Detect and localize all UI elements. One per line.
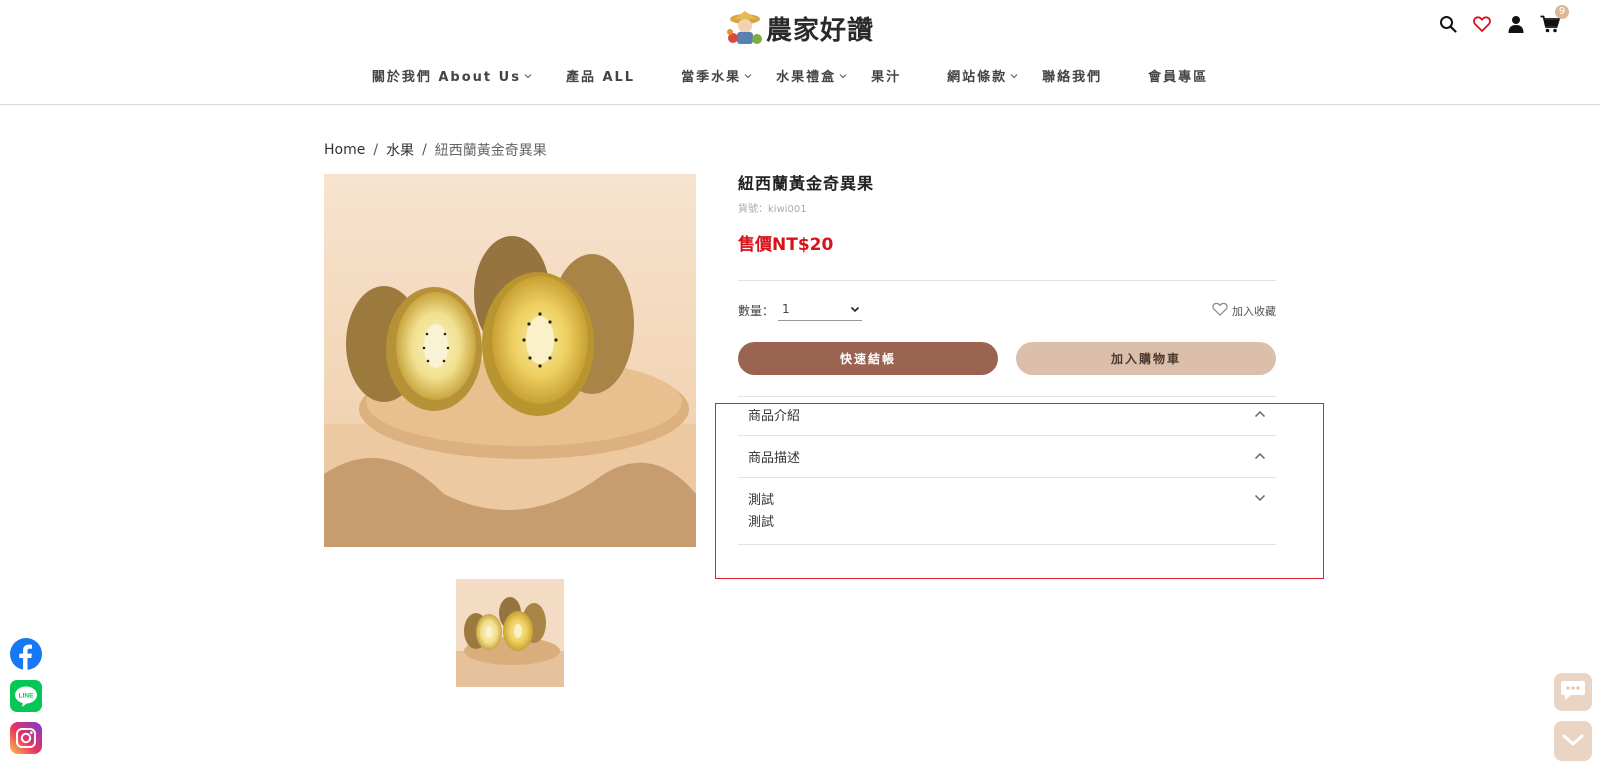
- nav-label: 會員專區: [1148, 70, 1209, 85]
- chevron-down-icon: [1254, 491, 1266, 506]
- chevron-down-icon: [1562, 732, 1584, 751]
- farmer-logo-icon: [726, 10, 764, 46]
- accordion-header[interactable]: 商品介紹: [738, 394, 1276, 435]
- scroll-down-button[interactable]: [1554, 721, 1592, 761]
- quantity-row: 數量： 1 加入收藏: [738, 300, 1276, 321]
- heart-icon[interactable]: [1472, 14, 1492, 34]
- quantity-value: 1: [782, 302, 790, 316]
- logo-text: 農家好讚: [766, 15, 875, 46]
- nav-contact[interactable]: 聯絡我們: [1030, 66, 1136, 85]
- product-price: 售價NT$20: [738, 235, 834, 255]
- nav-label: 網站條款: [947, 70, 1008, 85]
- chat-button[interactable]: [1554, 673, 1592, 711]
- breadcrumb-category[interactable]: 水果: [386, 140, 414, 160]
- site-logo[interactable]: 農家好讚: [726, 8, 874, 48]
- nav-member[interactable]: 會員專區: [1136, 66, 1220, 85]
- nav-products[interactable]: 產品 ALL: [554, 66, 669, 85]
- nav-juice[interactable]: 果汁: [859, 66, 935, 85]
- accordion-header[interactable]: 商品描述: [738, 436, 1276, 477]
- chevron-down-icon: [1010, 68, 1018, 83]
- breadcrumb-separator: /: [422, 142, 427, 158]
- breadcrumb-current: 紐西蘭黃金奇異果: [434, 143, 547, 159]
- user-icon[interactable]: [1506, 14, 1526, 34]
- cart-count-badge: 9: [1555, 5, 1569, 19]
- nav-label: 關於我們 About Us: [371, 70, 521, 85]
- cart-icon[interactable]: 9: [1540, 5, 1569, 34]
- main-nav: 關於我們 About Us 產品 ALL 當季水果 水果禮盒 果汁 網站條款 聯…: [0, 66, 1600, 85]
- nav-about[interactable]: 關於我們 About Us: [360, 66, 554, 85]
- accordion-item-intro: 商品介紹: [738, 394, 1276, 436]
- product-main-image[interactable]: [324, 174, 696, 547]
- product-sku: 貨號：kiwi001: [738, 204, 807, 215]
- accordion-title: 商品描述: [748, 451, 801, 466]
- favorite-label: 加入收藏: [1232, 304, 1276, 318]
- header-icons: 9: [1438, 5, 1569, 34]
- breadcrumb: Home / 水果 / 紐西蘭黃金奇異果: [324, 140, 547, 160]
- quantity-select[interactable]: 1: [778, 300, 863, 321]
- chevron-down-icon: [744, 68, 752, 83]
- accordion-body: 測試: [748, 515, 775, 530]
- nav-label: 當季水果: [681, 70, 742, 85]
- breadcrumb-separator: /: [373, 142, 379, 158]
- nav-seasonal-fruit[interactable]: 當季水果: [669, 66, 764, 85]
- nav-label: 聯絡我們: [1042, 70, 1103, 85]
- divider: [738, 280, 1276, 281]
- product-title: 紐西蘭黃金奇異果: [738, 174, 875, 193]
- chevron-down-icon: [850, 302, 860, 316]
- nav-terms[interactable]: 網站條款: [935, 66, 1030, 85]
- chevron-up-icon: [1254, 407, 1266, 422]
- breadcrumb-home[interactable]: Home: [324, 142, 365, 158]
- nav-gift-box[interactable]: 水果禮盒: [764, 66, 859, 85]
- search-icon[interactable]: [1438, 14, 1458, 34]
- add-to-favorites[interactable]: 加入收藏: [1212, 302, 1276, 319]
- accordion-item-description: 商品描述: [738, 436, 1276, 478]
- chevron-down-icon: [839, 68, 847, 83]
- quick-checkout-button[interactable]: 快速結帳: [738, 342, 998, 375]
- svg-text:LINE: LINE: [19, 693, 34, 700]
- add-to-cart-button[interactable]: 加入購物車: [1016, 342, 1276, 375]
- nav-label: 水果禮盒: [776, 70, 837, 85]
- site-header: 農家好讚 9 關於我們 About Us 產品 ALL 當季水果 水果禮盒 果汁…: [0, 0, 1600, 105]
- accordion-title: 測試: [748, 493, 775, 508]
- product-accordion: 商品介紹 商品描述 測試 測試: [738, 396, 1276, 545]
- heart-outline-icon: [1212, 302, 1228, 319]
- nav-label: 果汁: [871, 70, 902, 85]
- chat-icon: [1560, 679, 1586, 705]
- quantity-label: 數量：: [738, 304, 775, 318]
- accordion-item-test: 測試 測試: [738, 478, 1276, 545]
- action-buttons: 快速結帳 加入購物車: [738, 342, 1276, 375]
- chevron-down-icon: [524, 68, 532, 83]
- chevron-up-icon: [1254, 449, 1266, 464]
- product-info: 紐西蘭黃金奇異果 貨號：kiwi001 售價NT$20 數量： 1 加入收藏 快…: [738, 170, 1276, 545]
- nav-label: 產品 ALL: [565, 70, 636, 85]
- facebook-icon[interactable]: [10, 638, 42, 670]
- instagram-icon[interactable]: [10, 722, 42, 754]
- accordion-title: 商品介紹: [748, 409, 801, 424]
- product-thumbnail[interactable]: [456, 579, 564, 687]
- line-icon[interactable]: LINE: [10, 680, 42, 712]
